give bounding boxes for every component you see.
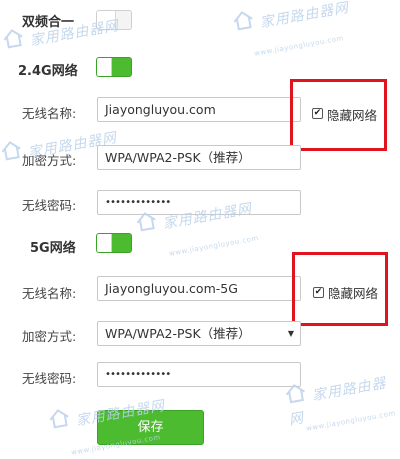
- watermark: 家用路由器网: [231, 0, 351, 37]
- chevron-down-icon: ▼: [287, 329, 294, 338]
- watermark-text: 家用路由器网: [287, 375, 388, 429]
- hide-5g-checkbox[interactable]: ✔: [313, 287, 324, 298]
- save-button[interactable]: 保存: [97, 410, 204, 445]
- watermark-text: 家用路由器网: [258, 0, 351, 32]
- band-24g-label: 2.4G网络: [18, 64, 78, 79]
- security-5g-select[interactable]: WPA/WPA2-PSK（推荐） ▼: [97, 321, 301, 346]
- security-24g-label: 加密方式:: [22, 153, 77, 168]
- dual-band-label: 双频合一: [22, 15, 75, 30]
- house-icon: [3, 29, 23, 49]
- house-icon: [233, 11, 253, 31]
- security-24g-value: WPA/WPA2-PSK（推荐）: [105, 150, 251, 165]
- security-24g-select[interactable]: WPA/WPA2-PSK（推荐）: [97, 145, 301, 170]
- password-5g-label: 无线密码:: [22, 371, 77, 386]
- dual-band-toggle[interactable]: [96, 10, 132, 30]
- password-24g-label: 无线密码:: [22, 198, 77, 213]
- band-5g-toggle[interactable]: [96, 233, 132, 253]
- security-5g-label: 加密方式:: [22, 329, 77, 344]
- ssid-24g-label: 无线名称:: [22, 106, 77, 121]
- password-5g-input[interactable]: •••••••••••••: [97, 362, 301, 387]
- hide-24g-checkbox[interactable]: ✔: [312, 108, 323, 119]
- watermark-url: www.jiayongluyou.com: [167, 225, 260, 259]
- password-24g-input[interactable]: •••••••••••••: [97, 190, 301, 215]
- house-icon: [49, 409, 69, 429]
- ssid-5g-label: 无线名称:: [22, 286, 77, 301]
- watermark-url-text: www.jiayongluyou.com: [305, 409, 397, 433]
- toggle-knob: [97, 234, 112, 252]
- hide-5g-label: 隐藏网络: [328, 286, 379, 301]
- hide-24g-label: 隐藏网络: [327, 108, 378, 123]
- security-5g-value: WPA/WPA2-PSK（推荐）: [105, 326, 251, 341]
- toggle-knob: [97, 58, 112, 76]
- band-24g-toggle[interactable]: [96, 57, 132, 77]
- ssid-24g-input[interactable]: Jiayongluyou.com: [97, 97, 301, 122]
- watermark-url-text: www.jiayongluyou.com: [168, 234, 260, 258]
- watermark-url: www.jiayongluyou.com: [304, 400, 397, 434]
- watermark-url-text: www.jiayongluyou.com: [253, 34, 345, 58]
- band-5g-label: 5G网络: [30, 241, 76, 256]
- house-icon: [1, 141, 21, 161]
- toggle-knob: [97, 11, 116, 29]
- watermark-url: www.jiayongluyou.com: [252, 25, 345, 59]
- ssid-5g-input[interactable]: Jiayongluyou.com-5G: [97, 276, 301, 301]
